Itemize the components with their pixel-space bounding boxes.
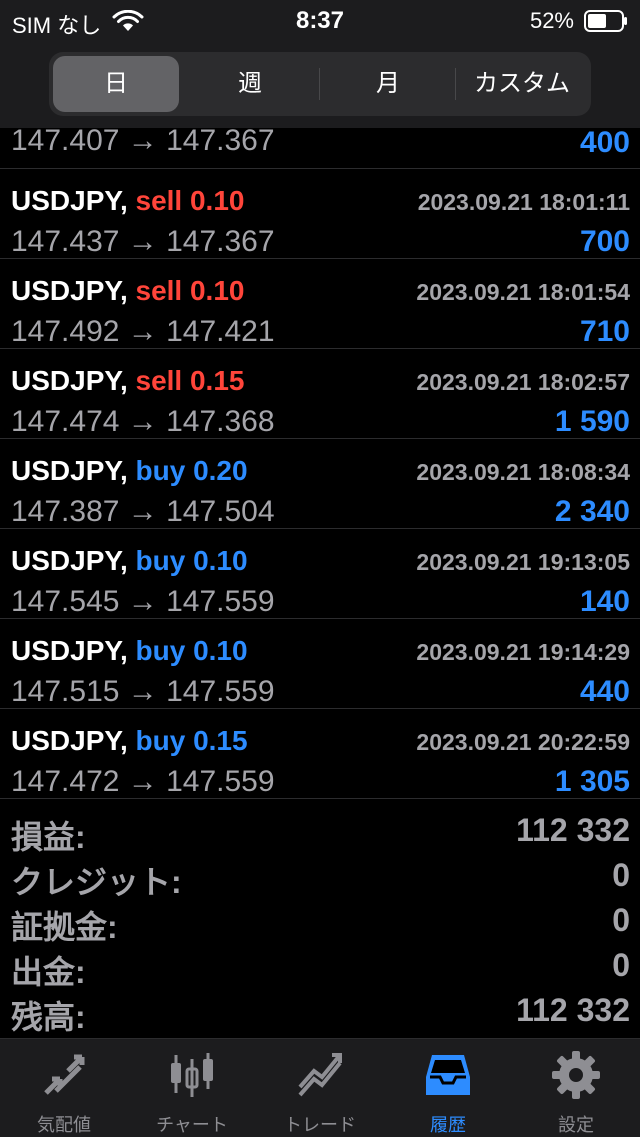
tab-label: チャート [156,1115,228,1135]
trade-row[interactable]: USDJPY, buy 0.20 2023.09.21 18:08:34 147… [0,439,640,529]
trade-row[interactable]: USDJPY, sell 0.15 2023.09.21 18:02:57 14… [0,349,640,439]
trade-symbol: USDJPY, buy 0.10 [11,545,248,576]
summary-label: 損益: [11,819,86,855]
trade-prices: 147.387 → 147.504 [11,495,275,528]
summary-margin: 証拠金: 0 [0,900,640,945]
summary-value: 0 [612,857,630,893]
trade-side: buy 0.10 [135,635,248,666]
segment-day[interactable]: 日 [53,56,179,112]
battery-icon [584,10,627,32]
trade-prices: 147.407 → 147.367 [11,124,275,157]
tab-bar: 気配値 チャート トレード 履歴 設定 [0,1038,640,1137]
summary-value: 112 332 [516,812,630,848]
trade-row-partial[interactable]: 147.407 → 147.367 400 [0,124,640,169]
trade-prices: 147.474 → 147.368 [11,405,275,438]
trade-prices: 147.515 → 147.559 [11,675,275,708]
tab-chart[interactable]: チャート [128,1039,256,1137]
summary-profit: 損益: 112 332 [0,810,640,855]
segment-month[interactable]: 月 [321,56,455,112]
tab-label: 履歴 [430,1115,466,1135]
trade-row[interactable]: USDJPY, buy 0.15 2023.09.21 20:22:59 147… [0,709,640,799]
status-bar: SIM なし 8:37 52% [0,0,640,44]
trade-profit: 1 590 [554,405,630,438]
summary-balance: 残高: 112 332 [0,990,640,1035]
trade-prices: 147.437 → 147.367 [11,225,275,258]
trade-profit: 140 [579,585,630,618]
tab-label: トレード [284,1115,356,1135]
tab-quotes[interactable]: 気配値 [0,1039,128,1137]
summary-value: 112 332 [516,992,630,1028]
trade-trend-icon [298,1053,342,1097]
tab-history[interactable]: 履歴 [384,1039,512,1137]
top-bar: SIM なし 8:37 52% 日 週 月 カスタム [0,0,640,128]
trade-profit: 700 [579,225,630,258]
summary-label: 証拠金: [11,909,118,945]
quotes-arrows-icon [44,1054,85,1095]
segment-custom[interactable]: カスタム [457,56,587,112]
trade-datetime: 2023.09.21 19:14:29 [416,639,630,665]
summary-label: 出金: [11,954,86,990]
trade-side: buy 0.20 [135,455,248,486]
trade-row[interactable]: USDJPY, buy 0.10 2023.09.21 19:13:05 147… [0,529,640,619]
account-summary: 損益: 112 332 クレジット: 0 証拠金: 0 出金: 0 残高: 11… [0,810,640,1035]
trade-side: sell 0.10 [135,185,245,216]
trade-symbol: USDJPY, buy 0.20 [11,455,248,486]
trade-profit: 400 [579,126,630,159]
tab-settings[interactable]: 設定 [512,1039,640,1137]
trade-symbol: USDJPY, buy 0.10 [11,635,248,666]
segment-divider [455,68,456,100]
period-segmented-control: 日 週 月 カスタム [49,52,591,116]
trade-symbol: USDJPY, sell 0.10 [11,185,245,216]
trade-datetime: 2023.09.21 18:02:57 [416,369,630,395]
trade-row[interactable]: USDJPY, buy 0.10 2023.09.21 19:14:29 147… [0,619,640,709]
summary-value: 0 [612,947,630,983]
trade-datetime: 2023.09.21 19:13:05 [416,549,630,575]
segment-week[interactable]: 週 [183,56,317,112]
trade-profit: 710 [579,315,630,348]
candlestick-chart-icon [171,1053,213,1097]
tab-label: 気配値 [37,1115,91,1135]
trade-side: sell 0.10 [135,275,245,306]
battery-percent: 52% [529,8,574,33]
summary-value: 0 [612,902,630,938]
trade-history-list: 147.407 → 147.367 400 USDJPY, sell 0.10 … [0,124,640,799]
trade-symbol: USDJPY, sell 0.15 [11,365,245,396]
summary-label: クレジット: [11,864,182,900]
trade-prices: 147.472 → 147.559 [11,765,275,798]
trade-datetime: 2023.09.21 18:08:34 [416,459,630,485]
trade-profit: 2 340 [554,495,630,528]
history-inbox-icon [426,1055,470,1095]
tab-label: 設定 [558,1115,594,1135]
trade-side: buy 0.15 [135,725,248,756]
trade-side: buy 0.10 [135,545,248,576]
trade-profit: 440 [579,675,630,708]
gear-icon [552,1051,600,1099]
segment-divider [319,68,320,100]
summary-withdrawal: 出金: 0 [0,945,640,990]
trade-symbol: USDJPY, buy 0.15 [11,725,248,756]
trade-datetime: 2023.09.21 18:01:11 [417,189,630,215]
summary-label: 残高: [11,999,86,1035]
trade-datetime: 2023.09.21 20:22:59 [416,729,630,755]
trade-symbol: USDJPY, sell 0.10 [11,275,245,306]
trade-side: sell 0.15 [135,365,245,396]
trade-profit: 1 305 [554,765,630,798]
trade-row[interactable]: USDJPY, sell 0.10 2023.09.21 18:01:54 14… [0,259,640,349]
summary-credit: クレジット: 0 [0,855,640,900]
trade-prices: 147.545 → 147.559 [11,585,275,618]
trade-datetime: 2023.09.21 18:01:54 [416,279,630,305]
trade-row[interactable]: USDJPY, sell 0.10 2023.09.21 18:01:11 14… [0,169,640,259]
tab-trade[interactable]: トレード [256,1039,384,1137]
trade-prices: 147.492 → 147.421 [11,315,275,348]
